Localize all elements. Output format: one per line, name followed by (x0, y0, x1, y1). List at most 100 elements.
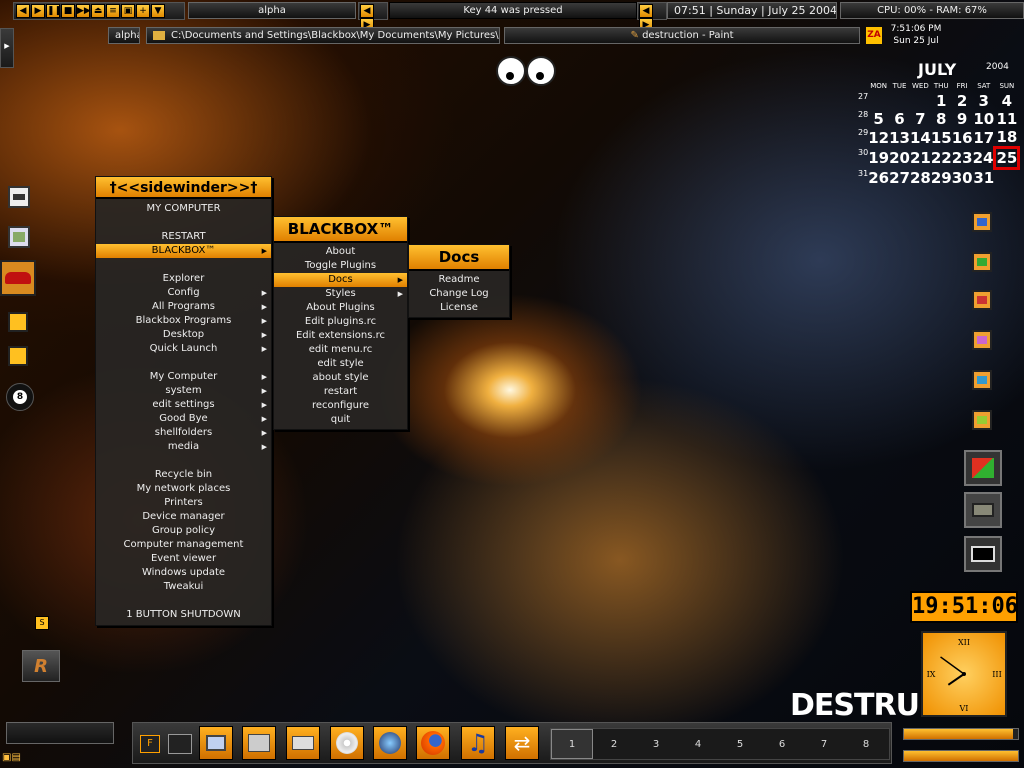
f-button[interactable]: F (140, 735, 160, 753)
calendar-day[interactable]: 30 (952, 169, 973, 187)
terminal-icon[interactable] (964, 536, 1002, 572)
firefox-icon[interactable] (416, 726, 450, 760)
music-icon[interactable]: ♫ (461, 726, 495, 760)
calendar-day[interactable]: 3 (973, 92, 995, 110)
main-menu-item[interactable]: Good Bye ▶ (96, 412, 271, 426)
clock-label[interactable]: 07:51 | Sunday | July 25 2004 (667, 2, 837, 19)
blackbox-menu-item[interactable]: edit style (274, 357, 407, 371)
main-menu-item[interactable]: Quick Launch ▶ (96, 342, 271, 356)
main-menu-item[interactable]: BLACKBOX™ ▶ (96, 244, 271, 258)
drive-icon[interactable] (242, 726, 276, 760)
my-computer-icon[interactable] (199, 726, 233, 760)
blackbox-menu-item[interactable]: reconfigure (274, 399, 407, 413)
calendar-day[interactable]: 29 (931, 169, 952, 187)
calendar-day[interactable]: 31 (973, 169, 995, 187)
app-icon-6[interactable] (972, 410, 992, 430)
toolbar-button-icon[interactable]: ▣ (121, 4, 135, 18)
app-icon-5[interactable] (972, 370, 992, 390)
main-menu-item[interactable]: My Computer ▶ (96, 370, 271, 384)
workspace-button[interactable]: 1 (551, 729, 593, 759)
app-icon-2[interactable] (972, 252, 992, 272)
workspace-button[interactable]: 2 (593, 730, 635, 760)
main-menu-item[interactable]: Printers (96, 496, 271, 510)
blackbox-menu-item[interactable]: Styles ▶ (274, 287, 407, 301)
calendar-day[interactable]: 19 (868, 148, 889, 169)
calendar-day[interactable]: 16 (952, 128, 973, 148)
calendar-today[interactable]: 25 (993, 146, 1021, 170)
calendar-day[interactable]: 27 (889, 169, 910, 187)
blackbox-menu-item[interactable]: quit (274, 413, 407, 427)
app-icon-3[interactable] (972, 290, 992, 310)
main-menu-item[interactable]: Windows update (96, 566, 271, 580)
task-explorer[interactable]: C:\Documents and Settings\Blackbox\My Do… (146, 27, 500, 44)
calendar-day[interactable]: 18 (995, 128, 1019, 148)
eight-ball-icon[interactable]: 8 (6, 383, 34, 411)
main-menu-item[interactable]: shellfolders ▶ (96, 426, 271, 440)
workspace-button[interactable]: 6 (761, 730, 803, 760)
calendar-day[interactable]: 20 (889, 148, 910, 169)
docs-menu-item[interactable]: Change Log (409, 287, 509, 301)
calendar-day[interactable]: 7 (910, 110, 931, 128)
blackbox-menu-item[interactable]: Edit plugins.rc (274, 315, 407, 329)
eyes-widget[interactable] (496, 56, 558, 86)
r-logo-icon[interactable]: R (22, 650, 60, 682)
prev-icon[interactable]: ◀ (360, 4, 374, 18)
toolbar-button-icon[interactable]: ■ (61, 4, 75, 18)
app-icon-1[interactable] (972, 212, 992, 232)
main-menu-item[interactable]: Group policy (96, 524, 271, 538)
workspace-button[interactable]: 8 (845, 730, 887, 760)
cd-icon[interactable] (330, 726, 364, 760)
s-icon[interactable]: S (35, 616, 49, 630)
calendar-day[interactable]: 26 (868, 169, 889, 187)
floppy-icon[interactable] (8, 186, 30, 208)
calendar-day[interactable]: 21 (910, 148, 931, 169)
main-menu-item[interactable]: media ▶ (96, 440, 271, 454)
left-handle[interactable]: ▶ (0, 28, 14, 68)
workspace-button[interactable]: 7 (803, 730, 845, 760)
blackbox-menu-item[interactable]: about style (274, 371, 407, 385)
docs-menu-item[interactable]: Readme (409, 273, 509, 287)
tray-icons[interactable]: ▣▤ (2, 752, 32, 766)
workspace-button[interactable]: 4 (677, 730, 719, 760)
main-menu-item[interactable]: Tweakui (96, 580, 271, 594)
printer-icon[interactable] (286, 726, 320, 760)
blackbox-menu-item[interactable]: edit menu.rc (274, 343, 407, 357)
calendar-day[interactable]: 15 (931, 128, 952, 148)
main-menu-item[interactable]: Device manager (96, 510, 271, 524)
calendar-day[interactable]: 10 (973, 110, 995, 128)
main-menu-item[interactable]: 1 BUTTON SHUTDOWN (96, 608, 271, 622)
calendar-day[interactable]: 5 (868, 110, 889, 128)
left-slot[interactable] (6, 722, 114, 744)
main-menu-item[interactable]: Desktop ▶ (96, 328, 271, 342)
calendar-day[interactable]: 13 (889, 128, 910, 148)
calendar-day[interactable]: 22 (931, 148, 952, 169)
blackbox-menu-item[interactable]: Docs ▶ (274, 273, 407, 287)
main-menu-item[interactable]: MY COMPUTER (96, 202, 271, 216)
yellow-square-icon[interactable] (8, 312, 28, 332)
calendar-day[interactable]: 24 (973, 148, 995, 169)
yellow-square-icon-2[interactable] (8, 346, 28, 366)
calendar-day[interactable]: 14 (910, 128, 931, 148)
calendar-day[interactable]: 11 (995, 110, 1019, 128)
blackbox-menu-item[interactable]: Toggle Plugins (274, 259, 407, 273)
main-menu-item[interactable]: Event viewer (96, 552, 271, 566)
calendar-day[interactable]: 4 (995, 92, 1019, 110)
calendar-day[interactable]: 17 (973, 128, 995, 148)
calendar-day[interactable]: 28 (910, 169, 931, 187)
workspace-button[interactable]: 3 (635, 730, 677, 760)
workspace-task[interactable]: alpha (108, 27, 140, 44)
zonealarm-icon[interactable]: ZA (866, 27, 882, 44)
calendar-day[interactable]: 9 (952, 110, 973, 128)
main-menu-item[interactable]: Computer management (96, 538, 271, 552)
prev-msg-icon[interactable]: ◀ (639, 4, 653, 18)
toolbar-button-icon[interactable]: ▼ (151, 4, 165, 18)
main-menu-item[interactable]: Config ▶ (96, 286, 271, 300)
workspace-label[interactable]: alpha (188, 2, 356, 19)
main-menu-item[interactable]: My network places (96, 482, 271, 496)
workspace-button[interactable]: 5 (719, 730, 761, 760)
blank-button[interactable] (168, 734, 192, 754)
blackbox-menu-item[interactable]: About Plugins (274, 301, 407, 315)
toolbar-button-icon[interactable]: ◀ (16, 4, 30, 18)
photo-icon[interactable] (8, 226, 30, 248)
main-menu-item[interactable]: Recycle bin (96, 468, 271, 482)
